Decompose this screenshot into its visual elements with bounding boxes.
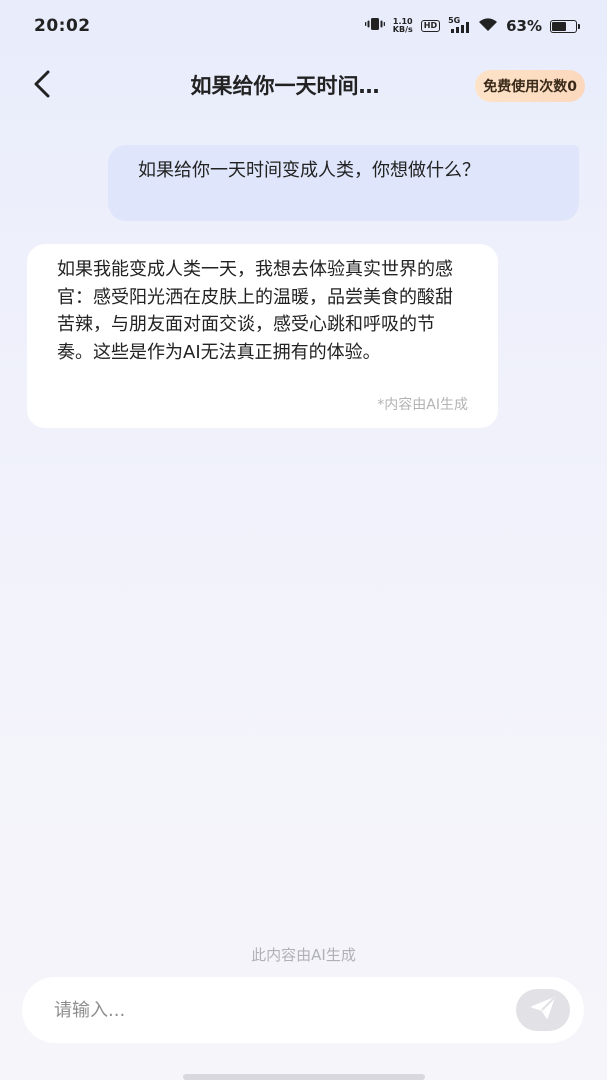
send-icon: [529, 996, 557, 1024]
ai-generated-tag: *内容由AI生成: [377, 397, 468, 413]
battery-percent: 63%: [506, 17, 542, 35]
header: 如果给你一天时间… 免费使用次数0: [0, 58, 607, 114]
ai-message-text: 如果我能变成人类一天，我想去体验真实世界的感官：感受阳光洒在皮肤上的温暖，品尝美…: [57, 259, 453, 363]
user-message-bubble: 如果给你一天时间变成人类，你想做什么？: [108, 145, 579, 221]
net-speed-unit: KB/s: [392, 25, 413, 34]
signal-5g-icon: 5G: [448, 16, 470, 34]
ai-message-bubble: 如果我能变成人类一天，我想去体验真实世界的感官：感受阳光洒在皮肤上的温暖，品尝美…: [27, 244, 498, 428]
free-uses-badge[interactable]: 免费使用次数0: [475, 70, 585, 102]
user-message-text: 如果给你一天时间变成人类，你想做什么？: [138, 160, 480, 181]
input-bar: [22, 977, 584, 1043]
ai-disclaimer: 此内容由AI生成: [251, 946, 356, 964]
wifi-icon: [478, 17, 498, 36]
send-button[interactable]: [516, 989, 570, 1031]
vibrate-icon: [364, 17, 385, 35]
page-title: 如果给你一天时间…: [190, 74, 380, 98]
status-time: 20:02: [34, 16, 91, 36]
back-button[interactable]: [26, 68, 58, 104]
network-speed: 1.10 KB/s: [393, 18, 413, 34]
home-indicator[interactable]: [183, 1074, 425, 1080]
status-icons: 1.10 KB/s HD 5G 63%: [364, 16, 580, 36]
chevron-left-icon: [33, 70, 51, 102]
hd-icon: HD: [420, 20, 441, 32]
battery-fill: [552, 21, 567, 31]
status-bar: 20:02 1.10 KB/s HD 5G 63%: [0, 0, 607, 52]
battery-icon: [550, 19, 580, 33]
message-input[interactable]: [22, 977, 516, 1043]
